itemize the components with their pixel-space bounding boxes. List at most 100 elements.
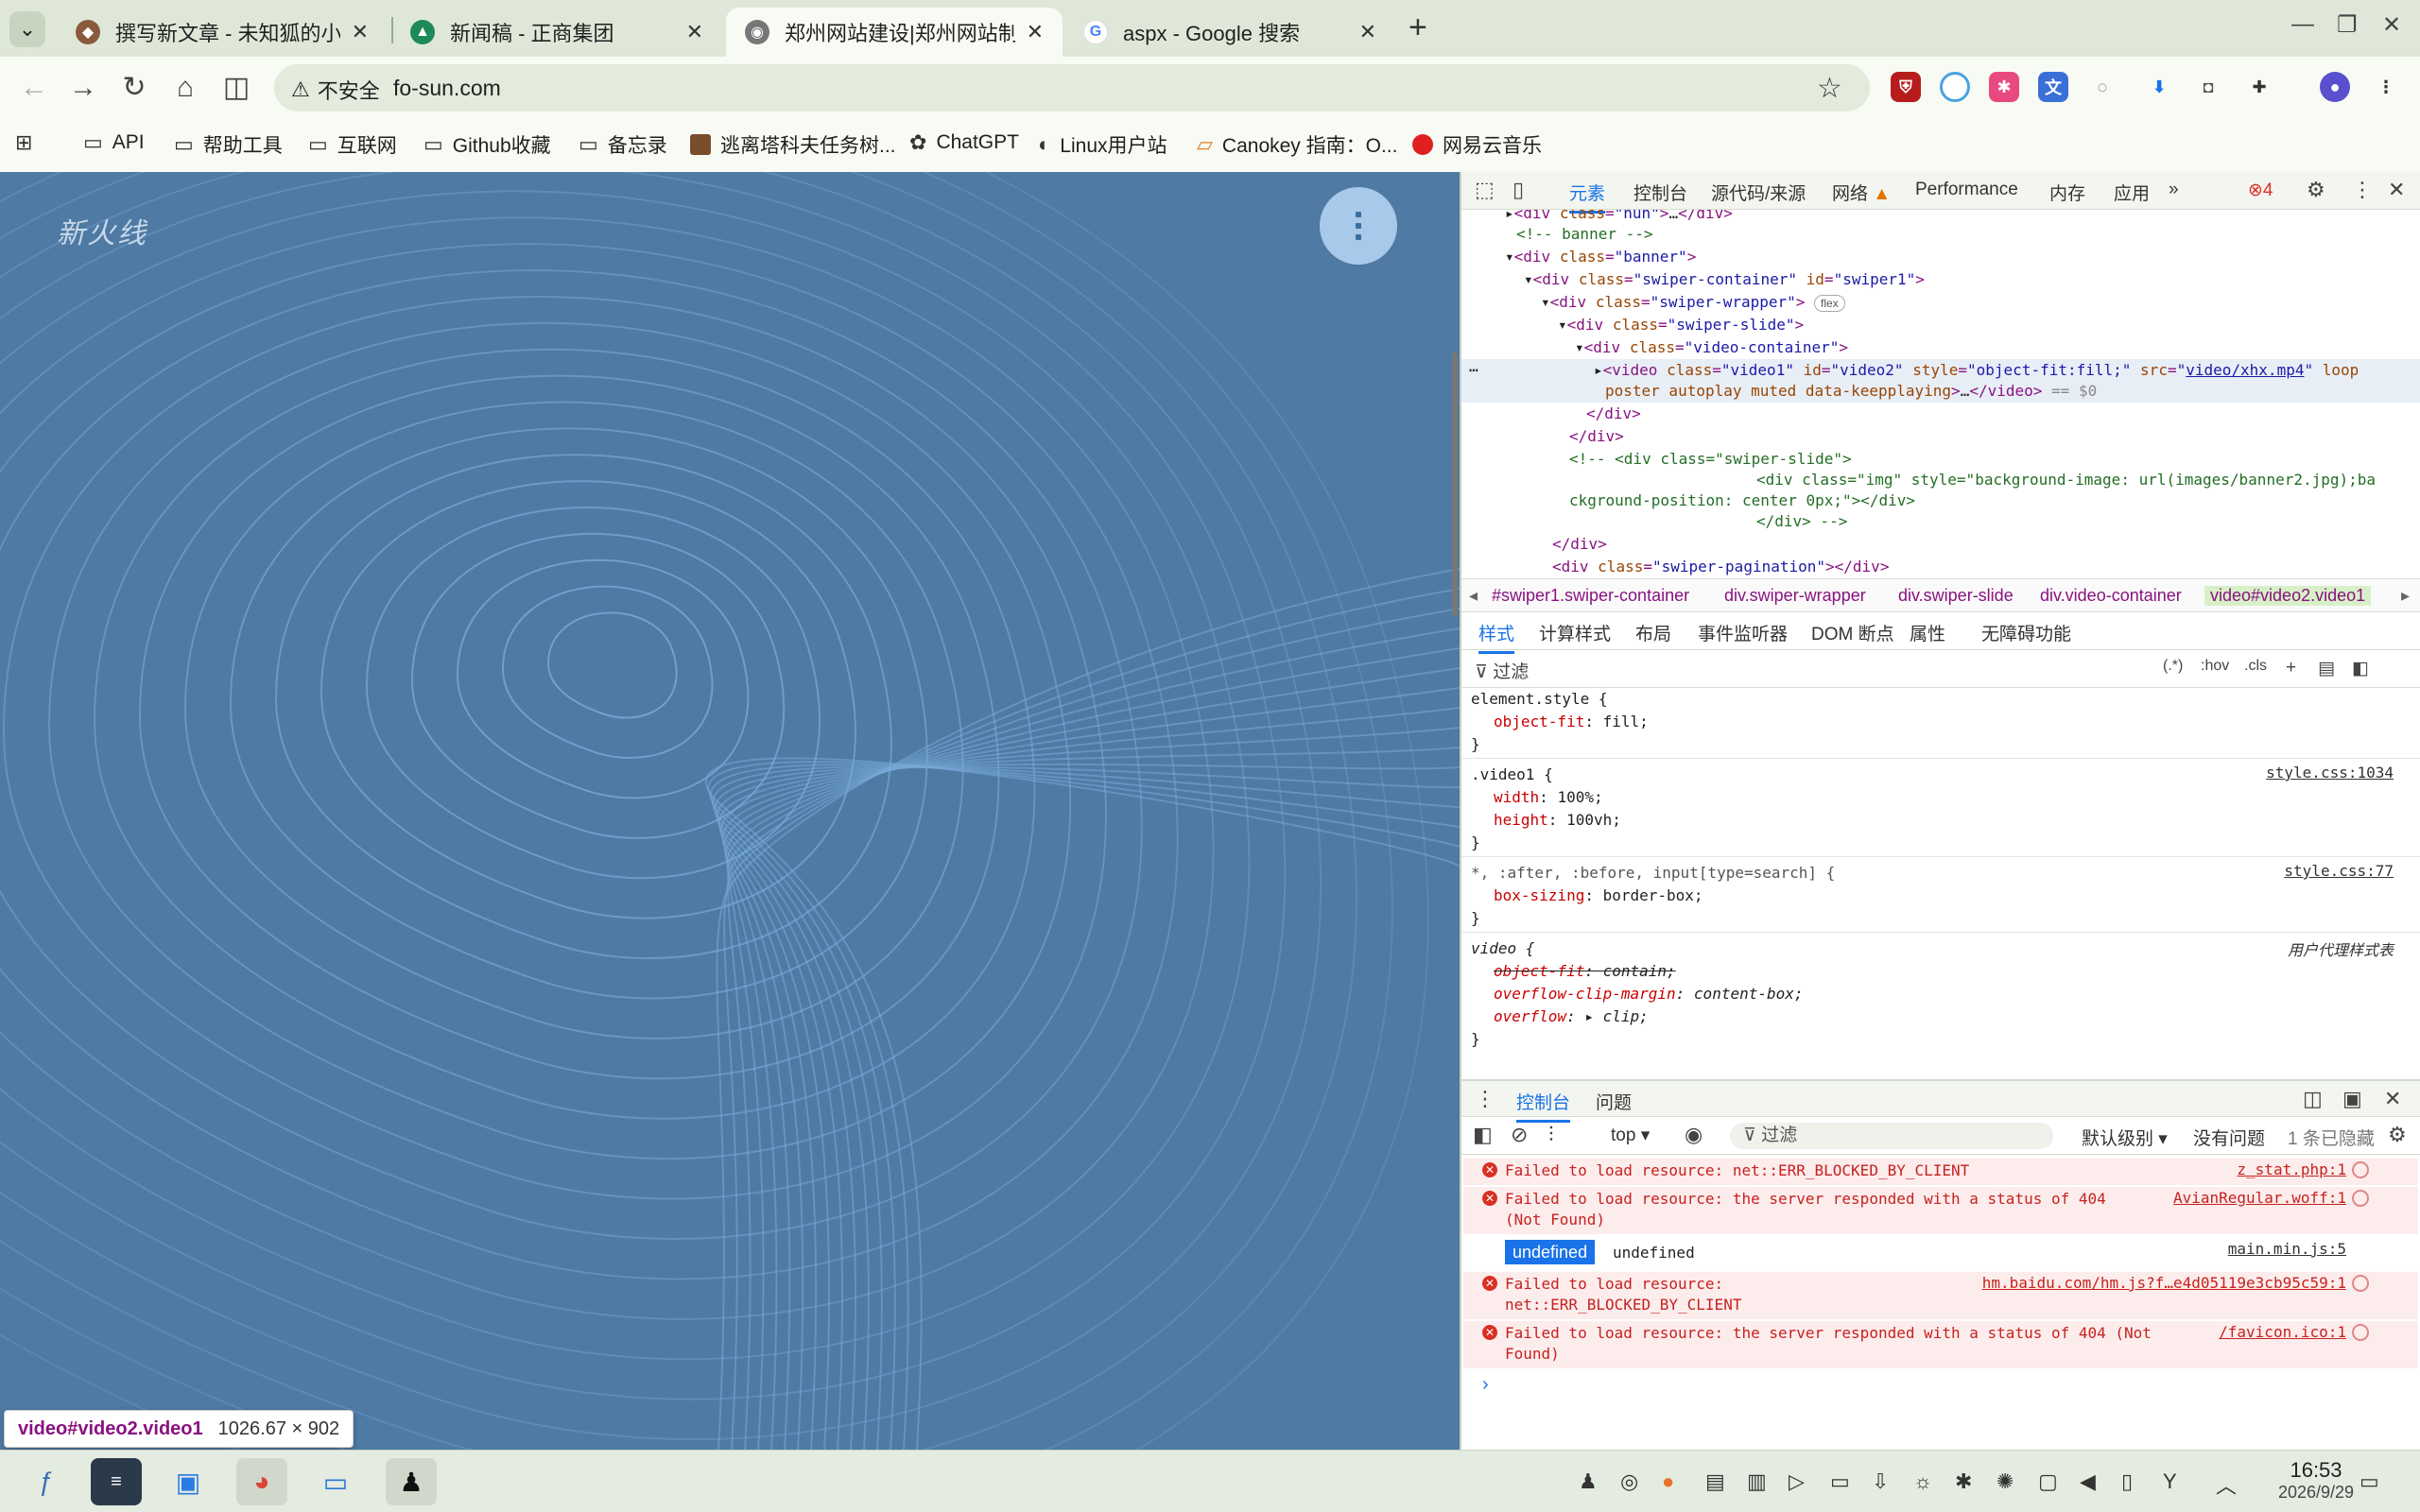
tab-computed[interactable]: 计算样式 bbox=[1539, 620, 1611, 645]
console-prompt[interactable]: › bbox=[1482, 1374, 1489, 1396]
tab-memory[interactable]: 内存 bbox=[2049, 180, 2085, 205]
message-source-link[interactable]: /favicon.ico:1 bbox=[2219, 1323, 2346, 1341]
tab-accessibility[interactable]: 无障碍功能 bbox=[1981, 620, 2071, 645]
group-icon[interactable]: ⫶ bbox=[1548, 1123, 1554, 1147]
drawer-tab-issues[interactable]: 问题 bbox=[1596, 1089, 1632, 1114]
home-icon[interactable]: ⌂ bbox=[168, 72, 202, 104]
show-tray-icon[interactable]: ︿ bbox=[2216, 1469, 2237, 1500]
sidebar-toggle-icon[interactable]: ◧ bbox=[2352, 658, 2369, 679]
tab-layout[interactable]: 布局 bbox=[1635, 620, 1671, 645]
message-source-link[interactable]: main.min.js:5 bbox=[2228, 1240, 2346, 1258]
device-toolbar-icon[interactable]: ▯ bbox=[1512, 178, 1524, 202]
console-error[interactable]: ✕ Failed to load resource: net::ERR_BLOC… bbox=[1463, 1272, 2418, 1319]
tab-console[interactable]: 控制台 bbox=[1634, 180, 1687, 205]
media-tray-icon[interactable]: ▷ bbox=[1789, 1469, 1805, 1494]
profile-avatar[interactable]: ● bbox=[2320, 72, 2350, 102]
app-tray-icon[interactable]: ● bbox=[1662, 1469, 1674, 1494]
dom-node[interactable]: ▾<div class="banner"> bbox=[1505, 246, 1696, 267]
tab-styles[interactable]: 样式 bbox=[1478, 620, 1515, 654]
css-declaration[interactable]: box-sizing: border-box; bbox=[1494, 885, 1703, 906]
inspect-element-icon[interactable]: ⬚ bbox=[1475, 178, 1495, 202]
drawer-menu-icon[interactable]: ⋮ bbox=[1475, 1087, 1495, 1111]
minimize-icon[interactable]: — bbox=[2291, 11, 2314, 38]
close-devtools-icon[interactable]: ✕ bbox=[2388, 178, 2405, 202]
tab-1[interactable]: ◆ 撰写新文章 - 未知狐的小窝 - ✕ bbox=[57, 8, 388, 57]
network-tray-icon[interactable]: Y bbox=[2163, 1469, 2177, 1494]
tab-event-listeners[interactable]: 事件监听器 bbox=[1698, 620, 1788, 645]
tab-network[interactable]: 网络 ▲ bbox=[1832, 180, 1891, 205]
close-icon[interactable]: ✕ bbox=[1027, 20, 1044, 44]
scroll-right-icon[interactable]: ▸ bbox=[2401, 586, 2410, 606]
chrome-icon[interactable]: ◕ bbox=[236, 1458, 287, 1505]
dom-close[interactable]: </div> bbox=[1569, 425, 1624, 447]
dom-node-video[interactable]: ▸<video class="video1" id="video2" style… bbox=[1594, 359, 2359, 381]
security-indicator[interactable]: ⚠ 不安全 bbox=[291, 75, 380, 105]
camera-icon[interactable]: ◘ bbox=[2193, 72, 2223, 102]
bookmark-folder[interactable]: ▭ API bbox=[83, 130, 145, 155]
dom-comment[interactable]: <!-- banner --> bbox=[1516, 223, 1653, 245]
rule-source-link[interactable]: style.css:77 bbox=[2284, 862, 2394, 880]
close-icon[interactable]: ✕ bbox=[686, 20, 703, 44]
bookmark-folder[interactable]: ▭ 互联网 bbox=[308, 130, 397, 159]
eye-icon[interactable]: ◉ bbox=[1685, 1123, 1703, 1147]
hover-state-toggle[interactable]: :hov bbox=[2201, 658, 2229, 675]
console-error[interactable]: ✕ Failed to load resource: the server re… bbox=[1463, 1321, 2418, 1368]
more-menu-icon[interactable]: ⋮ bbox=[2371, 72, 2401, 102]
console-log[interactable]: undefined undefined main.min.js:5 bbox=[1463, 1238, 2418, 1270]
more-options-icon[interactable]: ⋮ bbox=[2352, 178, 2373, 202]
styles-filter-input[interactable]: ⊽ 过滤 bbox=[1475, 658, 1529, 683]
css-declaration[interactable]: overflow: ▸ clip; bbox=[1494, 1005, 1649, 1027]
qq-icon[interactable]: ♟ bbox=[386, 1458, 437, 1505]
file-manager-icon[interactable]: ▭ bbox=[310, 1458, 361, 1505]
folder-tray-icon[interactable]: ▭ bbox=[1830, 1469, 1850, 1494]
translate-extension-icon[interactable]: ✱ bbox=[1989, 72, 2019, 102]
bookmark-folder[interactable]: ▭ Github收藏 bbox=[424, 130, 551, 159]
forward-icon[interactable]: → bbox=[66, 72, 100, 104]
download-tray-icon[interactable]: ⇩ bbox=[1872, 1469, 1889, 1494]
css-declaration[interactable]: width: 100%; bbox=[1494, 786, 1603, 808]
tab-properties[interactable]: 属性 bbox=[1910, 620, 1945, 645]
dom-node[interactable]: ▾<div class="video-container"> bbox=[1575, 336, 1848, 358]
bluetooth-tray-icon[interactable]: ✱ bbox=[1955, 1469, 1972, 1494]
clock[interactable]: 16:53 2026/9/29 bbox=[2269, 1458, 2363, 1503]
console-settings-icon[interactable]: ⚙ bbox=[2388, 1123, 2407, 1147]
download-extension-icon[interactable]: ⬇ bbox=[2144, 72, 2174, 102]
css-declaration[interactable]: height: 100vh; bbox=[1494, 809, 1621, 831]
fedora-start-icon[interactable]: ƒ bbox=[21, 1458, 72, 1505]
error-counter[interactable]: ⊗4 bbox=[2248, 180, 2273, 201]
breadcrumb-item[interactable]: div.swiper-slide bbox=[1898, 586, 2014, 606]
ellipsis-icon[interactable]: ⋯ bbox=[1469, 359, 1478, 381]
context-selector[interactable]: top ▾ bbox=[1611, 1125, 1650, 1146]
dom-close[interactable]: </div> bbox=[1586, 403, 1641, 424]
bookmark-link[interactable]: ✿ ChatGPT bbox=[909, 130, 1019, 155]
rule-source-link[interactable]: style.css:1034 bbox=[2266, 764, 2394, 782]
close-drawer-icon[interactable]: ✕ bbox=[2384, 1087, 2401, 1111]
dom-node[interactable]: ▸<div class="nun">…</div> bbox=[1505, 210, 1733, 224]
close-icon[interactable]: ✕ bbox=[1359, 20, 1376, 44]
bookmark-link[interactable]: ▱ Canokey 指南：O... bbox=[1197, 130, 1397, 159]
sync-tray-icon[interactable]: ◎ bbox=[1620, 1469, 1638, 1494]
restore-icon[interactable]: ❐ bbox=[2337, 11, 2358, 39]
dom-node-video-cont[interactable]: poster autoplay muted data-keepplaying>…… bbox=[1605, 380, 2097, 402]
rule-selector[interactable]: video { bbox=[1471, 937, 1534, 959]
settings-gear-icon[interactable]: ⚙ bbox=[2307, 178, 2325, 202]
issues-status[interactable]: 没有问题 bbox=[2193, 1125, 2265, 1150]
system-settings-icon[interactable]: ≡ bbox=[91, 1458, 142, 1505]
dock-icon[interactable]: ◫ bbox=[2303, 1087, 2323, 1111]
qq-tray-icon[interactable]: ♟ bbox=[1579, 1469, 1598, 1494]
show-desktop-icon[interactable]: ▭ bbox=[2360, 1469, 2379, 1494]
bookmark-star-icon[interactable]: ☆ bbox=[1817, 72, 1842, 105]
dom-node[interactable]: ▾<div class="swiper-slide"> bbox=[1558, 314, 1804, 335]
network-icon[interactable] bbox=[2352, 1324, 2369, 1341]
tab-performance[interactable]: Performance bbox=[1915, 180, 2018, 200]
bookmark-link[interactable]: 逃离塔科夫任务树... bbox=[690, 130, 896, 159]
sidebar-icon[interactable]: ◧ bbox=[1473, 1123, 1493, 1147]
bookmark-folder[interactable]: ▭ 备忘录 bbox=[579, 130, 667, 159]
bookmark-link[interactable]: ◐ Linux用户站 bbox=[1038, 130, 1167, 159]
network-icon[interactable] bbox=[2352, 1275, 2369, 1292]
dom-node[interactable]: ▾<div class="swiper-container" id="swipe… bbox=[1524, 268, 1925, 290]
chat-extension-icon[interactable]: ◌ bbox=[2087, 72, 2118, 102]
console-filter-input[interactable]: ⊽ 过滤 bbox=[1730, 1123, 2053, 1149]
css-declaration-overridden[interactable]: object-fit: contain; bbox=[1494, 960, 1676, 982]
close-window-icon[interactable]: ✕ bbox=[2382, 11, 2401, 39]
